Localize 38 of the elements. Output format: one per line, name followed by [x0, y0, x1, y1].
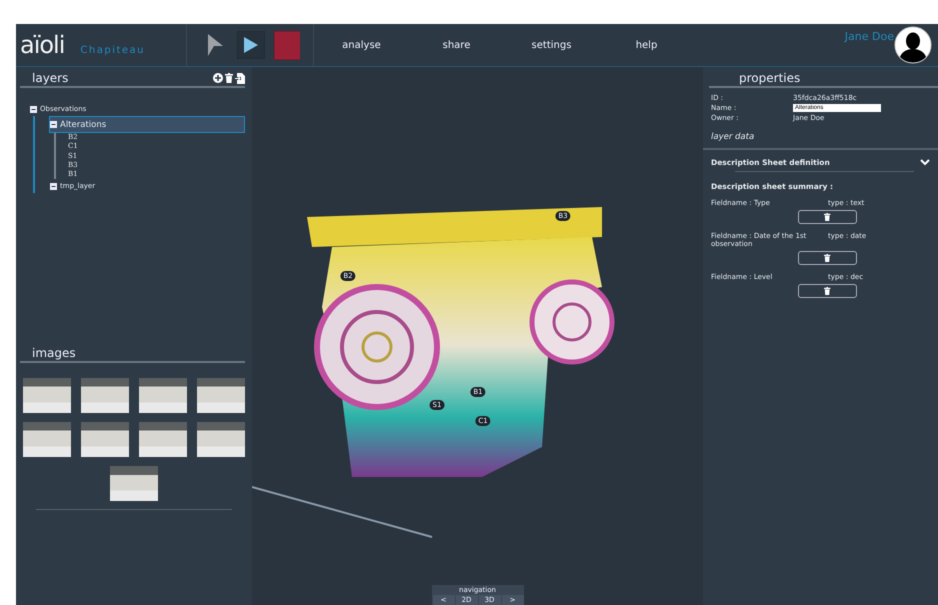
- section-title: layer data: [703, 122, 938, 150]
- photo-placeholder[interactable]: [139, 378, 187, 413]
- photo-placeholder[interactable]: [23, 422, 71, 457]
- minus-box-icon[interactable]: [50, 182, 57, 190]
- node-label: Alterations: [60, 120, 106, 130]
- menu-item[interactable]: share: [409, 40, 504, 50]
- cursor-arrow-icon: [207, 34, 223, 56]
- photo-placeholder[interactable]: [139, 422, 187, 457]
- menu-item[interactable]: help: [599, 40, 694, 50]
- photo-placeholder[interactable]: [110, 466, 158, 501]
- photo-placeholder[interactable]: [197, 378, 245, 413]
- delete-button[interactable]: [798, 284, 857, 298]
- photo-placeholder[interactable]: [81, 378, 129, 413]
- panel-title: layers: [32, 71, 68, 85]
- delete-button[interactable]: [798, 210, 857, 224]
- export-file-icon[interactable]: [235, 72, 245, 84]
- chevron-down-icon[interactable]: [920, 159, 930, 166]
- trash-icon: [824, 287, 831, 295]
- minus-box-icon[interactable]: [30, 106, 37, 112]
- play-icon: [244, 37, 258, 53]
- project-name: Chapiteau: [80, 44, 146, 56]
- add-circle-icon[interactable]: [213, 72, 223, 82]
- menu-item[interactable]: settings: [504, 40, 599, 50]
- menu-item[interactable]: analyse: [314, 40, 409, 50]
- photo-placeholder[interactable]: [81, 422, 129, 457]
- delete-button[interactable]: [798, 251, 857, 265]
- app-logo: aïoli: [20, 31, 64, 59]
- panel-title: images: [32, 346, 76, 360]
- minus-box-icon[interactable]: [50, 121, 57, 128]
- selected-tree-node[interactable]: Alterations: [49, 116, 245, 133]
- trash-icon: [824, 213, 831, 221]
- trash-icon: [225, 72, 233, 82]
- panel-title: properties: [739, 71, 800, 85]
- tool-button[interactable]: [237, 31, 265, 59]
- photo-placeholder[interactable]: [23, 378, 71, 413]
- photo-placeholder[interactable]: [197, 422, 245, 457]
- trash-icon: [824, 254, 831, 262]
- avatar-silhouette-icon[interactable]: [894, 26, 932, 64]
